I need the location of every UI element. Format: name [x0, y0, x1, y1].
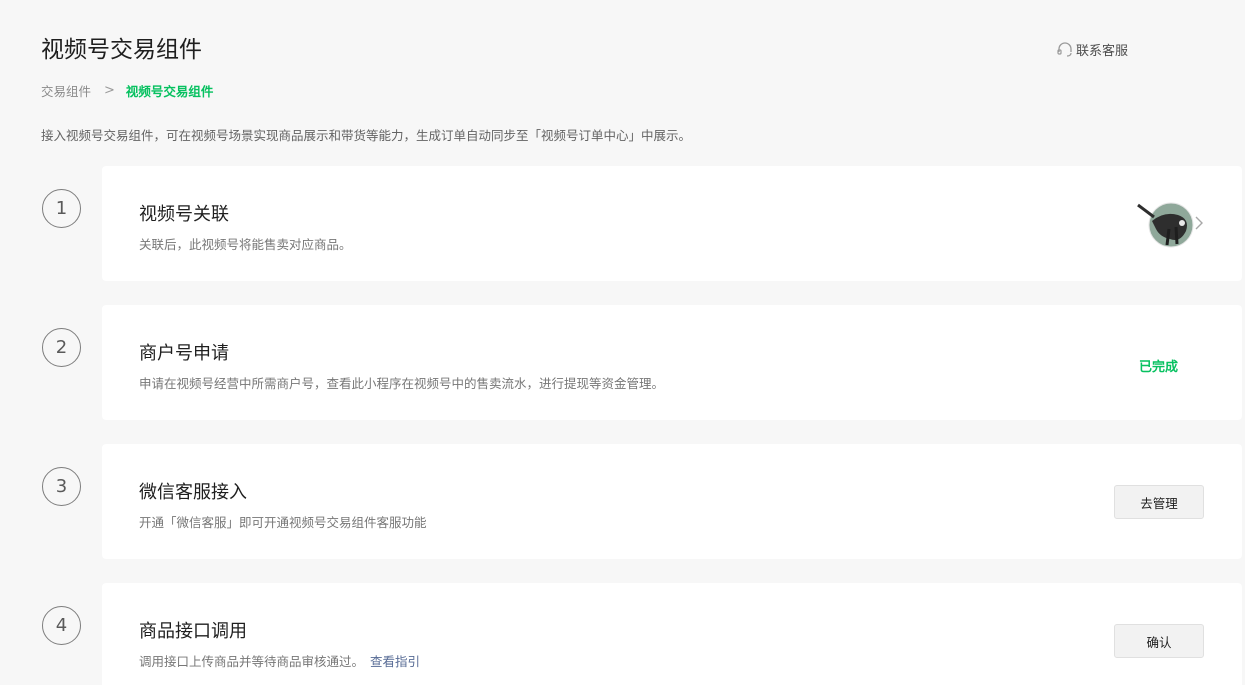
step-title: 商户号申请	[139, 343, 229, 364]
status-completed: 已完成	[1139, 360, 1179, 375]
breadcrumb-parent[interactable]: 交易组件	[41, 81, 91, 100]
step-card-product-api: 商品接口调用 调用接口上传商品并等待商品审核通过。 查看指引 确认	[102, 583, 1242, 685]
step-desc: 开通「微信客服」即可开通视频号交易组件客服功能	[139, 515, 427, 530]
step-desc: 关联后，此视频号将能售卖对应商品。	[139, 237, 352, 252]
step-number-1: 1	[42, 189, 81, 228]
step-title: 微信客服接入	[139, 482, 247, 503]
step-card-customer-service: 微信客服接入 开通「微信客服」即可开通视频号交易组件客服功能 去管理	[102, 444, 1242, 559]
intro-text: 接入视频号交易组件，可在视频号场景实现商品展示和带货等能力，生成订单自动同步至「…	[41, 128, 692, 143]
breadcrumb: 交易组件 > 视频号交易组件	[41, 81, 213, 100]
chevron-right-icon[interactable]	[1194, 216, 1204, 230]
headset-icon	[1057, 41, 1072, 57]
contact-support-label: 联系客服	[1076, 44, 1129, 59]
view-guide-link[interactable]: 查看指引	[370, 654, 420, 669]
step-number-4: 4	[42, 606, 81, 645]
step-number-3: 3	[42, 467, 81, 506]
step-desc: 调用接口上传商品并等待商品审核通过。	[139, 654, 365, 669]
step-number-2: 2	[42, 328, 81, 367]
step-desc-wrapper: 调用接口上传商品并等待商品审核通过。 查看指引	[139, 651, 420, 670]
contact-support-link[interactable]: 联系客服	[1056, 40, 1128, 59]
step-desc: 申请在视频号经营中所需商户号，查看此小程序在视频号中的售卖流水，进行提现等资金管…	[139, 376, 665, 391]
step-title: 视频号关联	[139, 204, 229, 225]
page-title: 视频号交易组件	[41, 37, 202, 63]
breadcrumb-current: 视频号交易组件	[125, 84, 214, 99]
breadcrumb-separator: >	[104, 83, 115, 98]
manage-button[interactable]: 去管理	[1114, 485, 1204, 519]
channel-avatar[interactable]	[1136, 201, 1194, 251]
step-card-channel-link[interactable]: 视频号关联 关联后，此视频号将能售卖对应商品。	[102, 166, 1242, 281]
confirm-button[interactable]: 确认	[1114, 624, 1204, 658]
step-card-merchant: 商户号申请 申请在视频号经营中所需商户号，查看此小程序在视频号中的售卖流水，进行…	[102, 305, 1242, 420]
step-title: 商品接口调用	[139, 621, 247, 642]
